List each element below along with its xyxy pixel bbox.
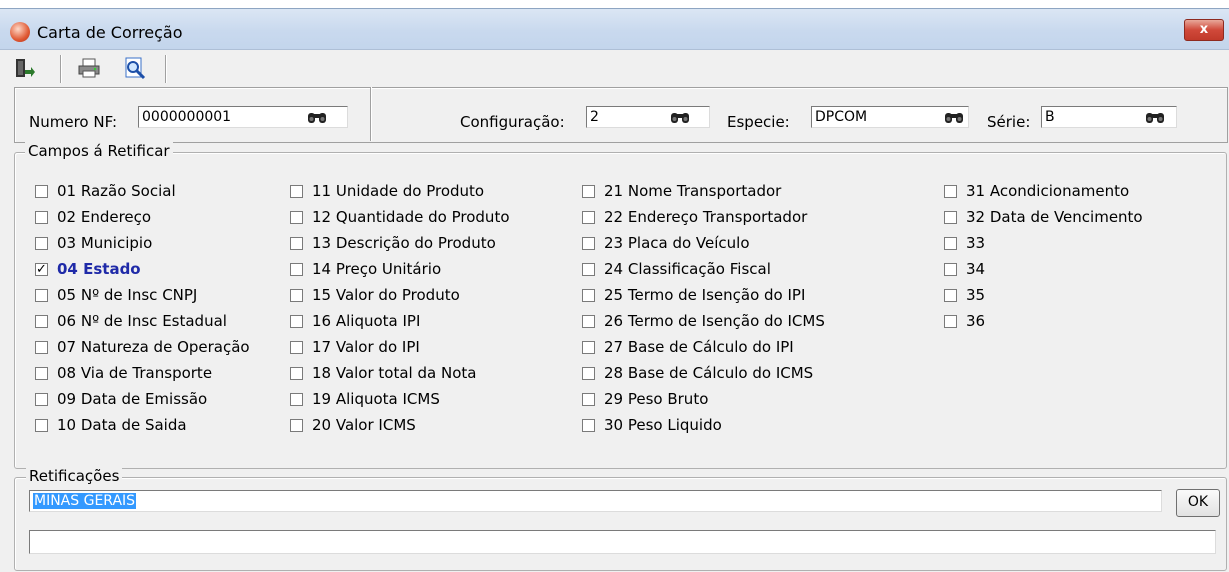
campo-label: 10 Data de Saida	[57, 416, 187, 434]
campo-checkbox[interactable]	[290, 393, 303, 406]
campo-checkbox[interactable]	[944, 263, 957, 276]
header-divider	[370, 87, 372, 141]
campo-checkbox[interactable]	[944, 185, 957, 198]
campo-label: 06 Nº de Insc Estadual	[57, 312, 227, 330]
retificacao-input[interactable]: MINAS GERAIS	[29, 490, 1162, 512]
campo-label: 27 Base de Cálculo do IPI	[604, 338, 794, 356]
campo-label: 11 Unidade do Produto	[312, 182, 485, 200]
campo-checkbox[interactable]	[944, 237, 957, 250]
campo-label: 30 Peso Liquido	[604, 416, 722, 434]
campo-checkbox[interactable]: ✓	[35, 263, 48, 276]
campos-legend: Campos á Retificar	[25, 142, 173, 160]
campo-checkbox[interactable]	[582, 341, 595, 354]
campo-checkbox[interactable]	[944, 289, 957, 302]
campo-label: 23 Placa do Veículo	[604, 234, 750, 252]
campo-checkbox[interactable]	[35, 315, 48, 328]
title-bar: Carta de Correção x	[0, 9, 1229, 50]
campo-label: 15 Valor do Produto	[312, 286, 460, 304]
campo-checkbox[interactable]	[290, 289, 303, 302]
window-title: Carta de Correção	[37, 23, 183, 42]
retificacao-value: MINAS GERAIS	[33, 493, 137, 509]
campo-label: 24 Classificação Fiscal	[604, 260, 771, 278]
ok-button[interactable]: OK	[1176, 489, 1220, 517]
campo-checkbox[interactable]	[944, 315, 957, 328]
campo-checkbox[interactable]	[290, 315, 303, 328]
toolbar	[0, 50, 1229, 87]
exit-icon[interactable]	[12, 56, 36, 80]
campo-label: 07 Natureza de Operação	[57, 338, 250, 356]
campo-label: 08 Via de Transporte	[57, 364, 213, 382]
campo-checkbox[interactable]	[290, 341, 303, 354]
serie-label: Série:	[987, 113, 1031, 131]
serie-search-icon[interactable]	[1145, 110, 1165, 124]
campo-checkbox[interactable]	[582, 263, 595, 276]
campo-label: 32 Data de Vencimento	[966, 208, 1143, 226]
campo-label: 34	[966, 260, 986, 278]
campo-checkbox[interactable]	[35, 211, 48, 224]
campo-checkbox[interactable]	[290, 263, 303, 276]
campo-label: 02 Endereço	[57, 208, 152, 226]
campo-label: 20 Valor ICMS	[312, 416, 416, 434]
campo-checkbox[interactable]	[35, 289, 48, 302]
campo-checkbox[interactable]	[290, 211, 303, 224]
carta-correcao-window: Carta de Correção x Numero NF: 000000000…	[0, 8, 1229, 572]
campo-label: 16 Aliquota IPI	[312, 312, 421, 330]
campo-label: 33	[966, 234, 986, 252]
campo-label: 13 Descrição do Produto	[312, 234, 496, 252]
campo-label: 03 Municipio	[57, 234, 153, 252]
campo-checkbox[interactable]	[35, 237, 48, 250]
numero-nf-label: Numero NF:	[29, 113, 118, 131]
numero-nf-search-icon[interactable]	[307, 110, 327, 124]
campo-label: 09 Data de Emissão	[57, 390, 208, 408]
campo-label: 19 Aliquota ICMS	[312, 390, 440, 408]
campo-checkbox[interactable]	[290, 367, 303, 380]
campo-checkbox[interactable]	[582, 419, 595, 432]
campo-label: 14 Preço Unitário	[312, 260, 442, 278]
campo-label: 12 Quantidade do Produto	[312, 208, 510, 226]
campo-label: 26 Termo de Isenção do ICMS	[604, 312, 825, 330]
especie-search-icon[interactable]	[944, 110, 964, 124]
retificacoes-legend: Retificações	[26, 467, 123, 485]
toolbar-separator	[165, 55, 167, 83]
campo-label: 36	[966, 312, 986, 330]
campo-label: 29 Peso Bruto	[604, 390, 709, 408]
campo-checkbox[interactable]	[35, 341, 48, 354]
campo-checkbox[interactable]	[582, 289, 595, 302]
campo-label: 22 Endereço Transportador	[604, 208, 808, 226]
configuracao-label: Configuração:	[460, 113, 565, 131]
campo-checkbox[interactable]	[35, 419, 48, 432]
app-icon	[10, 22, 30, 42]
campo-label: 04 Estado	[57, 260, 141, 278]
campo-label: 01 Razão Social	[57, 182, 176, 200]
campo-checkbox[interactable]	[582, 393, 595, 406]
close-button[interactable]: x	[1184, 19, 1224, 41]
toolbar-separator	[60, 55, 62, 83]
campo-label: 25 Termo de Isenção do IPI	[604, 286, 806, 304]
campo-checkbox[interactable]	[944, 211, 957, 224]
campo-label: 18 Valor total da Nota	[312, 364, 477, 382]
campo-checkbox[interactable]	[35, 393, 48, 406]
campo-checkbox[interactable]	[582, 315, 595, 328]
campo-label: 28 Base de Cálculo do ICMS	[604, 364, 814, 382]
campo-checkbox[interactable]	[35, 367, 48, 380]
campo-label: 31 Acondicionamento	[966, 182, 1130, 200]
retificacao-output-field[interactable]	[29, 530, 1216, 554]
campo-checkbox[interactable]	[35, 185, 48, 198]
campo-checkbox[interactable]	[582, 237, 595, 250]
preview-icon[interactable]	[123, 56, 147, 80]
campo-checkbox[interactable]	[582, 367, 595, 380]
campo-checkbox[interactable]	[290, 185, 303, 198]
campo-checkbox[interactable]	[290, 419, 303, 432]
configuracao-field[interactable]: 2	[586, 106, 710, 128]
campo-checkbox[interactable]	[290, 237, 303, 250]
campo-label: 21 Nome Transportador	[604, 182, 782, 200]
campo-checkbox[interactable]	[582, 185, 595, 198]
print-icon[interactable]	[77, 56, 101, 80]
campo-label: 05 Nº de Insc CNPJ	[57, 286, 198, 304]
campo-label: 17 Valor do IPI	[312, 338, 420, 356]
configuracao-search-icon[interactable]	[670, 110, 690, 124]
campo-label: 35	[966, 286, 986, 304]
especie-label: Especie:	[727, 113, 790, 131]
campo-checkbox[interactable]	[582, 211, 595, 224]
